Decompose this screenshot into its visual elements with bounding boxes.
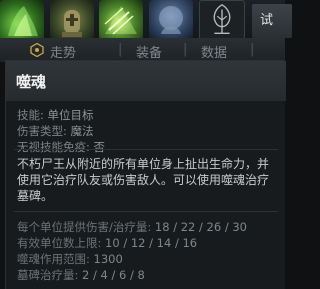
tombstone-ability-icon[interactable] bbox=[50, 0, 94, 40]
value-row-damage-per-unit: 每个单位提供伤害/治疗量: 18 / 22 / 26 / 30 bbox=[17, 219, 247, 235]
try-button[interactable]: 试 bbox=[252, 4, 292, 38]
tab-gear[interactable]: 装备 bbox=[136, 42, 162, 61]
stat-label: 技能: bbox=[17, 108, 44, 122]
ability-stats: 技能: 单位目标 伤害类型: 魔法 无视技能免疫: 否 bbox=[17, 107, 105, 155]
value-row-max-units: 有效单位数上限: 10 / 12 / 14 / 16 bbox=[17, 235, 247, 251]
tooltip-header: 噬魂 bbox=[6, 61, 286, 101]
value-label: 每个单位提供伤害/治疗量: bbox=[17, 220, 152, 234]
value-number: 10 / 12 / 14 / 16 bbox=[105, 236, 198, 250]
hexagon-icon bbox=[30, 43, 44, 57]
ability-name: 噬魂 bbox=[16, 73, 47, 91]
value-number: 18 / 22 / 26 / 30 bbox=[154, 220, 247, 234]
divider bbox=[14, 211, 278, 212]
ability-tooltip: 噬魂 技能: 单位目标 伤害类型: 魔法 无视技能免疫: 否 不朽尸王从附近的所… bbox=[5, 60, 286, 289]
tree-talent-icon[interactable] bbox=[199, 0, 245, 40]
value-label: 墓碑治疗量: bbox=[17, 268, 79, 282]
tab-data[interactable]: 数据 bbox=[201, 42, 227, 61]
stat-row-damage-type: 伤害类型: 魔法 bbox=[17, 123, 105, 139]
value-row-radius: 噬魂作用范围: 1300 bbox=[17, 251, 247, 267]
value-label: 噬魂作用范围: bbox=[17, 252, 90, 266]
stat-value: 否 bbox=[93, 140, 106, 154]
hero-tabs: 走势 | 装备 | 数据 | bbox=[0, 38, 285, 62]
stat-label: 无视技能免疫: bbox=[17, 140, 90, 154]
ability-description: 不朽尸王从附近的所有单位身上扯出生命力，并使用它治疗队友或伤害敌人。可以使用噬魂… bbox=[17, 157, 270, 203]
value-label: 有效单位数上限: bbox=[17, 236, 102, 250]
value-number: 1300 bbox=[93, 252, 123, 266]
ghost-hero-portrait-icon[interactable] bbox=[0, 0, 44, 40]
tab-separator: | bbox=[183, 42, 188, 57]
stat-row-ability: 技能: 单位目标 bbox=[17, 107, 105, 123]
value-row-tombstone-heal: 墓碑治疗量: 2 / 4 / 6 / 8 bbox=[17, 267, 247, 283]
ability-values: 每个单位提供伤害/治疗量: 18 / 22 / 26 / 30 有效单位数上限:… bbox=[17, 219, 247, 283]
stat-row-pierce-immunity: 无视技能免疫: 否 bbox=[17, 139, 105, 155]
divider bbox=[14, 149, 278, 150]
stat-value: 单位目标 bbox=[47, 108, 94, 122]
dark-shroud-ability-icon[interactable] bbox=[149, 0, 193, 40]
soul-rip-ability-icon[interactable] bbox=[99, 0, 143, 40]
stat-value: 魔法 bbox=[70, 124, 94, 138]
tab-separator: | bbox=[250, 42, 255, 57]
value-number: 2 / 4 / 6 / 8 bbox=[82, 268, 145, 282]
tab-separator: | bbox=[118, 42, 123, 57]
tab-stats[interactable]: 走势 bbox=[50, 42, 76, 61]
stat-label: 伤害类型: bbox=[17, 124, 67, 138]
